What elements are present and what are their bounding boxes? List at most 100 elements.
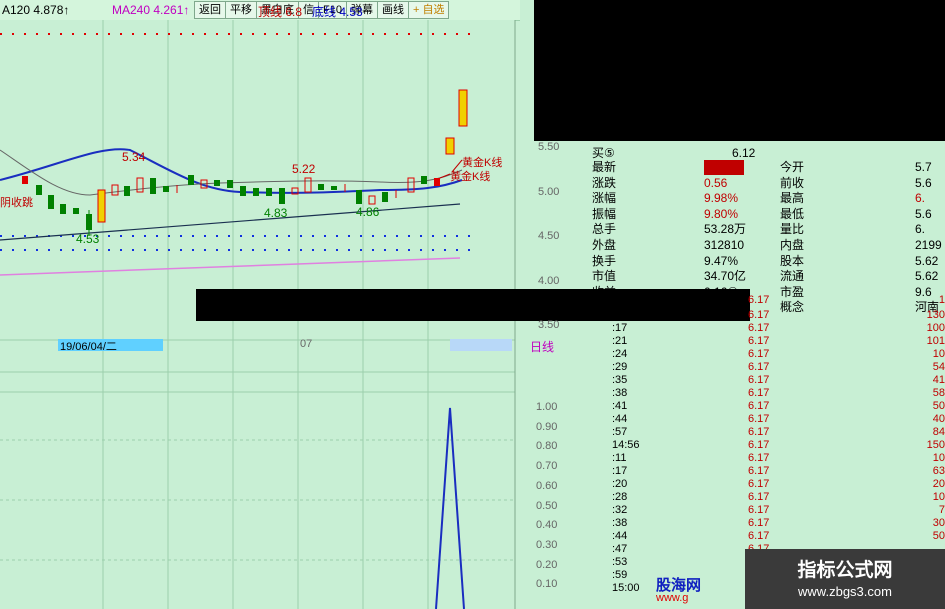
quote-label: 总手 (592, 222, 617, 237)
tick-volume: 20 (932, 478, 945, 490)
buy5-value: 6.12 (732, 146, 756, 160)
tick-price: 6.17 (748, 387, 770, 399)
period-bg (450, 339, 512, 351)
quote-label: 内盘 (780, 238, 805, 252)
volume-axis-label: 0.50 (536, 499, 558, 512)
tick-time: :20 (612, 478, 628, 490)
quote-value: 橡胶 (704, 300, 729, 315)
volume-axis-label: 0.80 (536, 440, 558, 453)
quote-label: 振幅 (592, 206, 617, 221)
tick-time: :53 (612, 556, 628, 568)
period-tag[interactable]: 日线 (530, 338, 554, 355)
tick-time: :57 (612, 426, 628, 438)
quote-value: 0.16① (704, 284, 739, 299)
label-486: 4.86 (356, 205, 380, 219)
label-483: 4.83 (264, 206, 288, 220)
quote-value: 6. (915, 191, 926, 206)
tick-volume: 50 (932, 400, 945, 412)
quote-value: 312810 (704, 238, 745, 252)
tick-volume: 41 (932, 374, 945, 386)
quote-label: 最高 (780, 191, 805, 206)
tick-price: 6.17 (748, 491, 770, 503)
buy5-label: 买⑤ (592, 146, 615, 160)
tick-time: 14:56 (612, 439, 640, 451)
quote-label: 外盘 (592, 238, 617, 252)
tick-time: :11 (612, 452, 627, 464)
tick-volume: 130 (926, 309, 945, 321)
quote-value: 9.80% (704, 206, 739, 221)
tick-price: 6.17 (748, 452, 770, 464)
tick-price: 6.17 (748, 517, 770, 529)
tick-volume: 150 (926, 439, 945, 451)
quote-value: 5.6 (915, 175, 932, 190)
quote-value: 9.98% (704, 191, 739, 206)
tick-time: :38 (612, 387, 628, 399)
tick-time: :41 (612, 400, 628, 412)
tick-volume: 10 (932, 348, 945, 360)
quote-label: 市值 (592, 269, 617, 284)
volume-axis-label: 0.60 (536, 479, 558, 492)
quote-label: 量比 (780, 222, 805, 237)
tick-price: 6.17 (748, 439, 770, 451)
tick-price: 6.17 (748, 374, 770, 386)
tick-volume: 100 (926, 322, 945, 334)
tick-price: 6.17 (748, 322, 770, 334)
quote-value: 2199 (915, 238, 942, 252)
first-tick-vol: 1 (938, 294, 945, 306)
price-axis-550: 5.50 (538, 141, 560, 153)
quote-label: 收益 (592, 284, 617, 299)
tick-price: 6.17 (748, 335, 770, 347)
first-tick-price: 6.17 (748, 294, 770, 306)
tick-volume: 40 (932, 413, 945, 425)
tick-time: :17 (612, 322, 628, 334)
tick-volume: 30 (932, 517, 945, 529)
price-axis-500: 5.00 (538, 186, 560, 198)
volume-axis-label: 0.70 (536, 460, 558, 473)
tick-volume: 7 (938, 504, 945, 516)
quote-value: 5.7 (915, 160, 932, 174)
tick-time: :44 (612, 530, 628, 542)
tick-time: :29 (612, 361, 628, 373)
volume-axis-label: 1.00 (536, 401, 558, 413)
tick-volume: 63 (932, 465, 945, 477)
tick-price: 6.17 (748, 530, 770, 542)
volume-axis-label: 0.10 (536, 578, 558, 591)
tick-time: :35 (612, 374, 628, 386)
tick-time: :59 (612, 569, 628, 581)
quote-label: 涨跌 (592, 175, 617, 190)
watermark-line1: 指标公式网 (797, 560, 893, 581)
watermark: 指标公式网 www.zbgs3.com (745, 549, 945, 609)
quote-value: 6.17 (704, 160, 744, 175)
quote-label: 前收 (780, 175, 805, 190)
tick-price: 6.17 (748, 465, 770, 477)
tick-volume: 54 (932, 361, 945, 373)
quote-value: 6. (915, 222, 926, 237)
quote-label: 最新 (592, 160, 617, 174)
tick-time: :24 (612, 348, 628, 360)
tick-time: :38 (612, 517, 628, 529)
label-534: 5.34 (122, 150, 146, 164)
quote-label: 换手 (592, 253, 617, 268)
golden-label-2: 黄金K线 (450, 171, 491, 183)
volume-axis-label: 0.20 (536, 558, 558, 571)
tick-time: :44 (612, 413, 628, 425)
tick-volume: 84 (932, 426, 945, 438)
tick-volume: 101 (926, 335, 945, 347)
quote-value: 34.70亿 (704, 269, 747, 284)
logo-sub: www.g (656, 592, 689, 604)
redaction-box-top (534, 0, 945, 141)
quote-value: 5.62 (915, 253, 939, 268)
quote-label: 股本 (780, 253, 805, 268)
quote-value: 5.62 (915, 269, 939, 284)
quote-label: 今开 (780, 160, 805, 174)
tick-price: 6.17 (748, 504, 770, 516)
tick-price: 6.17 (748, 361, 770, 373)
volume-axis-label: 0.90 (536, 420, 558, 433)
yin-label: 阴收跳 (0, 197, 33, 209)
quote-value: 53.28万 (704, 222, 747, 237)
tick-volume: 10 (932, 452, 945, 464)
tick-price: 6.17 (748, 348, 770, 360)
tick-volume: 10 (932, 491, 945, 503)
tick-price: 6.17 (748, 400, 770, 412)
watermark-line2: www.zbgs3.com (798, 584, 892, 599)
